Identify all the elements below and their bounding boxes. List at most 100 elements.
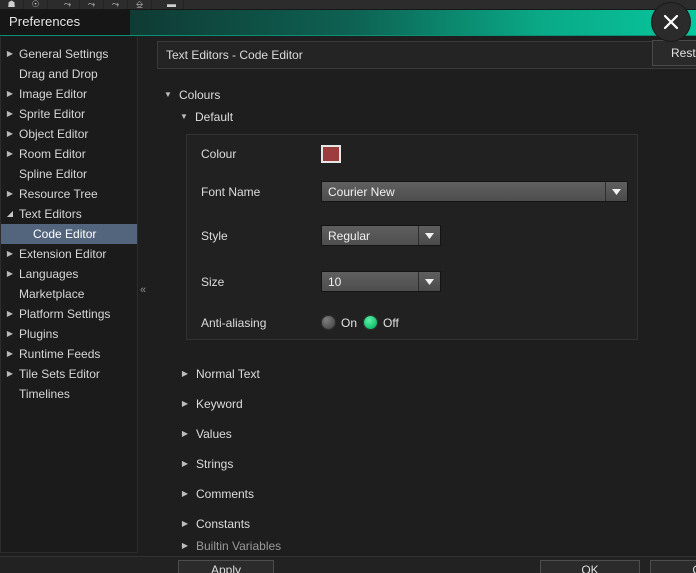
sidebar-item-spline-editor[interactable]: ▶Spline Editor — [1, 164, 137, 184]
triangle-right-icon: ▶ — [181, 489, 189, 498]
sidebar-item-object-editor[interactable]: ▶ Object Editor — [1, 124, 137, 144]
settings-content: ▼ Colours ▼ Default Colour Font Name Cou… — [152, 84, 696, 553]
close-icon — [663, 14, 679, 30]
subsection-comments[interactable]: ▶ Comments — [152, 479, 696, 509]
style-label: Style — [201, 228, 228, 243]
sidebar-item-label: Image Editor — [19, 87, 88, 101]
triangle-right-icon: ▶ — [6, 89, 14, 98]
subsection-strings[interactable]: ▶ Strings — [152, 449, 696, 479]
font-name-combobox[interactable]: Courier New — [321, 181, 628, 202]
sidebar-item-text-editors[interactable]: ◢ Text Editors — [1, 204, 137, 224]
sidebar-item-resource-tree[interactable]: ▶ Resource Tree — [1, 184, 137, 204]
cancel-button[interactable]: Ca — [650, 560, 696, 573]
group-default-label: Default — [195, 110, 234, 124]
subsection-keyword[interactable]: ▶ Keyword — [152, 389, 696, 419]
chevron-down-icon — [425, 232, 434, 239]
sidebar-item-label: Timelines — [19, 387, 70, 401]
no-expand-spacer: ▶ — [3, 290, 17, 298]
sidebar-item-drag-and-drop[interactable]: ▶Drag and Drop — [1, 64, 137, 84]
sidebar-item-image-editor[interactable]: ▶ Image Editor — [1, 84, 137, 104]
antialiasing-on-label: On — [341, 315, 358, 330]
triangle-right-icon: ▶ — [6, 369, 14, 378]
toolbar-icon-cart[interactable]: ⎒ — [128, 0, 152, 9]
restore-defaults-button[interactable]: Restore — [652, 40, 696, 66]
subsection-values[interactable]: ▶ Values — [152, 419, 696, 449]
home-icon: ☗ — [7, 0, 16, 9]
size-value: 10 — [322, 272, 418, 291]
sidebar-item-label: Marketplace — [19, 287, 85, 301]
chevron-down-icon — [612, 188, 621, 195]
status-text — [4, 560, 7, 571]
sidebar-item-runtime-feeds[interactable]: ▶ Runtime Feeds — [1, 344, 137, 364]
sidebar-item-code-editor[interactable]: ▶Code Editor — [1, 224, 137, 244]
sidebar-item-label: Sprite Editor — [19, 107, 86, 121]
breadcrumb-bar: Text Editors - Code Editor — [157, 41, 696, 69]
group-colours-label: Colours — [179, 88, 221, 102]
clock-icon: ☉ — [31, 0, 40, 9]
group-default[interactable]: ▼ Default — [152, 106, 696, 128]
subsection-label: Normal Text — [196, 367, 260, 381]
sidebar-item-timelines[interactable]: ▶Timelines — [1, 384, 137, 404]
sidebar-item-label: Resource Tree — [19, 187, 98, 201]
triangle-right-icon: ▶ — [181, 399, 189, 408]
preferences-sidebar[interactable]: ▶General Settings▶Drag and Drop ▶ Image Ed… — [0, 37, 138, 553]
toolbar-icon-wrench-2[interactable]: ⤳ — [80, 0, 104, 9]
sidebar-item-label: Code Editor — [33, 227, 97, 241]
subsection-constants[interactable]: ▶ Constants — [152, 509, 696, 539]
radio-unselected-icon — [321, 315, 336, 330]
size-label: Size — [201, 274, 225, 289]
style-combobox[interactable]: Regular — [321, 225, 441, 246]
size-dropdown-button[interactable] — [418, 272, 440, 291]
slider-icon: ▬ — [167, 0, 176, 9]
dialog-footer: Apply OK Ca — [0, 556, 696, 573]
sidebar-item-platform-settings[interactable]: ▶ Platform Settings — [1, 304, 137, 324]
toolbar-icon-clock[interactable]: ☉ — [24, 0, 48, 9]
sidebar-item-marketplace[interactable]: ▶Marketplace — [1, 284, 137, 304]
colour-swatch[interactable] — [321, 145, 341, 163]
close-button[interactable] — [652, 3, 690, 41]
no-expand-spacer: ▶ — [3, 390, 17, 398]
wrench-icon: ⤳ — [87, 0, 96, 9]
sidebar-splitter[interactable]: « — [138, 37, 152, 553]
size-combobox[interactable]: 10 — [321, 271, 441, 292]
sidebar-item-tile-sets-editor[interactable]: ▶ Tile Sets Editor — [1, 364, 137, 384]
group-colours[interactable]: ▼ Colours — [152, 84, 696, 106]
window-titlebar: Preferences — [0, 10, 696, 36]
subsection-builtin-variables[interactable]: ▶ Builtin Variables — [152, 539, 696, 553]
apply-button[interactable]: Apply — [178, 560, 274, 573]
triangle-right-icon: ▶ — [6, 109, 14, 118]
subsection-label: Constants — [196, 517, 251, 531]
sidebar-item-room-editor[interactable]: ▶ Room Editor — [1, 144, 137, 164]
antialiasing-on-radio[interactable]: On — [321, 315, 357, 330]
collapse-sidebar-icon[interactable]: « — [140, 285, 146, 296]
triangle-right-icon: ▶ — [6, 309, 14, 318]
toolbar-icon-wrench-1[interactable]: ⤳ — [56, 0, 80, 9]
sidebar-item-extension-editor[interactable]: ▶ Extension Editor — [1, 244, 137, 264]
triangle-right-icon: ▶ — [181, 459, 189, 468]
toolbar-icon-wrench-3[interactable]: ⤳ — [104, 0, 128, 9]
breadcrumb: Text Editors - Code Editor — [166, 48, 303, 62]
sidebar-item-sprite-editor[interactable]: ▶ Sprite Editor — [1, 104, 137, 124]
style-value: Regular — [322, 226, 418, 245]
triangle-right-icon: ▶ — [6, 49, 14, 58]
toolbar-icon-home[interactable]: ☗ — [0, 0, 24, 9]
sidebar-item-languages[interactable]: ▶ Languages — [1, 264, 137, 284]
triangle-right-icon: ▶ — [6, 129, 14, 138]
toolbar-icon-slider[interactable]: ▬ — [160, 0, 184, 9]
sidebar-item-label: Languages — [19, 267, 79, 281]
ok-button[interactable]: OK — [540, 560, 640, 573]
style-dropdown-button[interactable] — [418, 226, 440, 245]
field-antialiasing: Anti-aliasing On Off — [201, 315, 399, 330]
sidebar-item-plugins[interactable]: ▶ Plugins — [1, 324, 137, 344]
sidebar-item-general-settings[interactable]: ▶ General Settings — [1, 44, 137, 64]
font-name-dropdown-button[interactable] — [605, 182, 627, 201]
sidebar-item-label: Extension Editor — [19, 247, 107, 261]
font-name-label: Font Name — [201, 184, 261, 199]
antialiasing-off-radio[interactable]: Off — [363, 315, 399, 330]
sidebar-item-label: Platform Settings — [19, 307, 111, 321]
subsection-label: Comments — [196, 487, 255, 501]
subsection-normal-text[interactable]: ▶ Normal Text — [152, 359, 696, 389]
triangle-right-icon: ▶ — [6, 189, 14, 198]
default-settings-panel: Colour Font Name Courier New Style Regul… — [186, 134, 638, 340]
field-size: Size 10 — [201, 271, 441, 292]
